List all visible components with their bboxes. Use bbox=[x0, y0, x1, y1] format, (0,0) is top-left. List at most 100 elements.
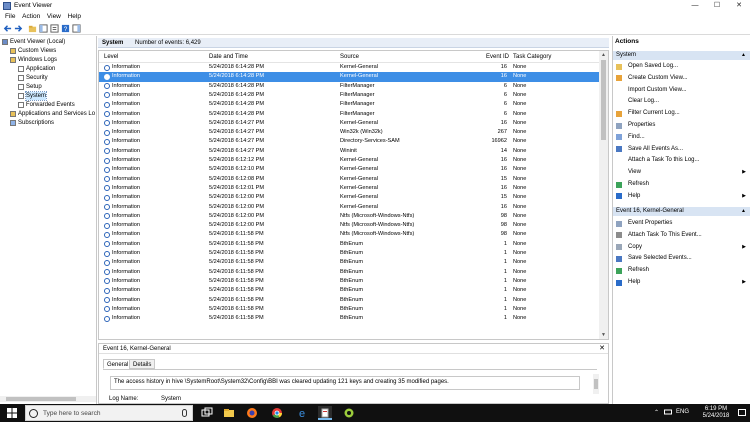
table-row[interactable]: Information 5/24/2018 6:11:58 PM BthEnum 1 N… bbox=[99, 258, 599, 267]
tree-item-setup[interactable]: Setup bbox=[18, 83, 42, 91]
tree-scroll-thumb[interactable] bbox=[6, 397, 76, 401]
table-row[interactable]: Information 5/24/2018 6:11:58 PM BthEnum 1 N… bbox=[99, 249, 599, 258]
forward-icon[interactable] bbox=[14, 24, 23, 33]
table-row[interactable]: Information 5/24/2018 6:14:28 PM FilterMan… bbox=[99, 100, 599, 109]
show-hide-actions-icon[interactable] bbox=[72, 24, 81, 33]
file-explorer-icon[interactable] bbox=[222, 406, 236, 420]
up-folder-icon[interactable] bbox=[28, 24, 37, 33]
table-row[interactable]: Information 5/24/2018 6:12:00 PM Ntfs (Mic… bbox=[99, 212, 599, 221]
action-clear-log[interactable]: Clear Log... bbox=[613, 96, 750, 107]
tab-general[interactable]: General bbox=[103, 359, 133, 369]
back-icon[interactable] bbox=[3, 24, 12, 33]
green-app-icon[interactable] bbox=[342, 406, 356, 420]
table-row[interactable]: Information 5/24/2018 6:11:58 PM BthEnum 1 N… bbox=[99, 240, 599, 249]
microphone-icon[interactable] bbox=[182, 409, 187, 417]
table-row[interactable]: Information 5/24/2018 6:14:27 PM Win32k (W… bbox=[99, 128, 599, 137]
table-row[interactable]: Information 5/24/2018 6:11:58 PM BthEnum 1 N… bbox=[99, 314, 599, 323]
collapse-icon[interactable]: ▲ bbox=[741, 207, 746, 216]
tree-item-forwarded-events[interactable]: Forwarded Events bbox=[18, 101, 75, 109]
table-row[interactable]: Information 5/24/2018 6:12:00 PM Kernel-Ge… bbox=[99, 203, 599, 212]
scroll-thumb[interactable] bbox=[601, 60, 606, 140]
action-filter-current-log[interactable]: Filter Current Log... bbox=[613, 108, 750, 119]
table-row[interactable]: Information 5/24/2018 6:12:00 PM Kernel-Ge… bbox=[99, 193, 599, 202]
description-scrollbar[interactable] bbox=[593, 374, 599, 394]
tree-item-security[interactable]: Security bbox=[18, 74, 48, 82]
notification-center-icon[interactable] bbox=[738, 409, 746, 419]
tree-item-applications-and-services-lo[interactable]: Applications and Services Lo bbox=[10, 110, 95, 118]
action-view[interactable]: View ▶ bbox=[613, 167, 750, 178]
language-indicator[interactable]: ENG bbox=[676, 409, 689, 415]
edge-icon[interactable]: e bbox=[295, 406, 309, 420]
detail-close-icon[interactable]: ✕ bbox=[599, 344, 605, 354]
show-hide-tree-icon[interactable] bbox=[39, 24, 48, 33]
tree-horizontal-scrollbar[interactable] bbox=[0, 396, 96, 402]
menu-action[interactable]: Action bbox=[22, 12, 40, 22]
description-scroll-thumb[interactable] bbox=[594, 379, 598, 389]
column-event-id[interactable]: Event ID bbox=[486, 54, 509, 60]
firefox-icon[interactable] bbox=[245, 406, 259, 420]
table-row[interactable]: Information 5/24/2018 6:14:28 PM Kernel-Ge… bbox=[99, 63, 599, 72]
column-task-category[interactable]: Task Category bbox=[513, 54, 551, 60]
table-row[interactable]: Information 5/24/2018 6:11:58 PM BthEnum 1 N… bbox=[99, 268, 599, 277]
table-row[interactable]: Information 5/24/2018 6:12:01 PM Kernel-Ge… bbox=[99, 184, 599, 193]
table-row[interactable]: Information 5/24/2018 6:14:28 PM Kernel-Ge… bbox=[99, 72, 599, 82]
table-row[interactable]: Information 5/24/2018 6:14:28 PM FilterMan… bbox=[99, 91, 599, 100]
table-row[interactable]: Information 5/24/2018 6:12:12 PM Kernel-Ge… bbox=[99, 156, 599, 165]
maximize-button[interactable]: ☐ bbox=[706, 0, 728, 12]
table-row[interactable]: Information 5/24/2018 6:14:27 PM Directory… bbox=[99, 137, 599, 146]
start-button[interactable] bbox=[7, 408, 17, 418]
table-row[interactable]: Information 5/24/2018 6:12:10 PM Kernel-Ge… bbox=[99, 165, 599, 174]
table-row[interactable]: Information 5/24/2018 6:14:27 PM Wininit 14… bbox=[99, 147, 599, 156]
action-save-selected-events[interactable]: Save Selected Events... bbox=[613, 253, 750, 264]
action-help[interactable]: Help ▶ bbox=[613, 277, 750, 288]
tray-chevron-icon[interactable]: ⌃ bbox=[654, 409, 659, 416]
menu-view[interactable]: View bbox=[47, 12, 61, 22]
action-save-all-events-as[interactable]: Save All Events As... bbox=[613, 144, 750, 155]
table-row[interactable]: Information 5/24/2018 6:11:58 PM BthEnum 1 N… bbox=[99, 286, 599, 295]
table-row[interactable]: Information 5/24/2018 6:12:08 PM Kernel-Ge… bbox=[99, 175, 599, 184]
actions-section-system[interactable]: System ▲ bbox=[613, 51, 750, 60]
minimize-button[interactable]: — bbox=[684, 0, 706, 12]
taskbar-clock[interactable]: 6:19 PM 5/24/2018 bbox=[698, 406, 734, 420]
column-level[interactable]: Level bbox=[104, 54, 118, 60]
collapse-icon[interactable]: ▲ bbox=[741, 51, 746, 60]
tree-item-windows-logs[interactable]: Windows Logs bbox=[10, 56, 57, 64]
action-help[interactable]: Help ▶ bbox=[613, 191, 750, 202]
tree-item-custom-views[interactable]: Custom Views bbox=[10, 47, 56, 55]
events-scrollbar[interactable]: ▲ ▼ bbox=[599, 51, 608, 339]
tree-item-event-viewer-local[interactable]: Event Viewer (Local) bbox=[2, 38, 65, 46]
tab-details[interactable]: Details bbox=[129, 359, 156, 369]
column-source[interactable]: Source bbox=[340, 54, 359, 60]
action-find[interactable]: Find... bbox=[613, 132, 750, 143]
help-toolbar-icon[interactable]: ? bbox=[61, 24, 70, 33]
action-attach-task-to-this-event[interactable]: Attach Task To This Event... bbox=[613, 230, 750, 241]
action-copy[interactable]: Copy ▶ bbox=[613, 242, 750, 253]
table-row[interactable]: Information 5/24/2018 6:11:58 PM BthEnum 1 N… bbox=[99, 296, 599, 305]
action-refresh[interactable]: Refresh bbox=[613, 265, 750, 276]
menu-help[interactable]: Help bbox=[68, 12, 81, 22]
table-row[interactable]: Information 5/24/2018 6:14:27 PM Kernel-Ge… bbox=[99, 119, 599, 128]
table-row[interactable]: Information 5/24/2018 6:11:58 PM Ntfs (Mic… bbox=[99, 230, 599, 239]
action-properties[interactable]: Properties bbox=[613, 120, 750, 131]
action-import-custom-view[interactable]: Import Custom View... bbox=[613, 85, 750, 96]
action-event-properties[interactable]: Event Properties bbox=[613, 218, 750, 229]
network-icon[interactable] bbox=[664, 408, 672, 418]
event-viewer-taskbar-icon[interactable] bbox=[318, 406, 332, 420]
column-date[interactable]: Date and Time bbox=[209, 54, 248, 60]
actions-section-event[interactable]: Event 16, Kernel-General ▲ bbox=[613, 207, 750, 216]
action-create-custom-view[interactable]: Create Custom View... bbox=[613, 73, 750, 84]
tree-item-application[interactable]: Application bbox=[18, 65, 55, 73]
scroll-up-icon[interactable]: ▲ bbox=[599, 51, 608, 59]
table-row[interactable]: Information 5/24/2018 6:12:00 PM Ntfs (Mic… bbox=[99, 221, 599, 230]
menu-file[interactable]: File bbox=[5, 12, 15, 22]
task-view-icon[interactable] bbox=[200, 406, 214, 420]
tree-item-subscriptions[interactable]: Subscriptions bbox=[10, 119, 54, 127]
tree-item-system[interactable]: System bbox=[18, 91, 48, 101]
table-row[interactable]: Information 5/24/2018 6:11:58 PM BthEnum 1 N… bbox=[99, 277, 599, 286]
table-row[interactable]: Information 5/24/2018 6:11:58 PM BthEnum 1 N… bbox=[99, 305, 599, 314]
table-row[interactable]: Information 5/24/2018 6:14:28 PM FilterMan… bbox=[99, 82, 599, 91]
action-attach-a-task-to-this-log[interactable]: Attach a Task To this Log... bbox=[613, 155, 750, 166]
properties-toolbar-icon[interactable] bbox=[50, 24, 59, 33]
table-row[interactable]: Information 5/24/2018 6:14:28 PM FilterMan… bbox=[99, 110, 599, 119]
close-button[interactable]: ✕ bbox=[728, 0, 750, 12]
